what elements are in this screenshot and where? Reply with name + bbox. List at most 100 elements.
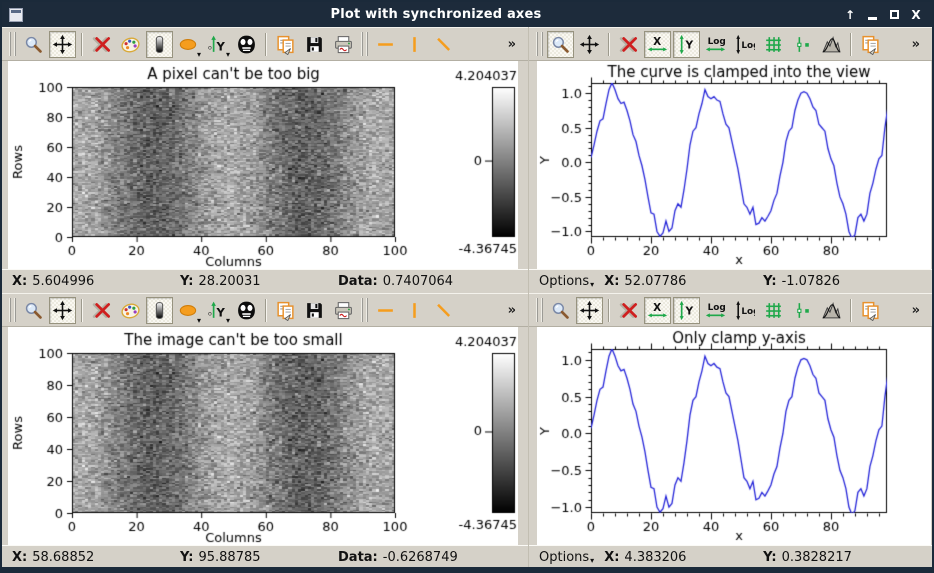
print-icon (335, 301, 352, 319)
hline-button[interactable] (372, 297, 399, 324)
status-data: Data: -0.6268749 (338, 549, 458, 565)
toolbar-drag-handle[interactable] (536, 32, 543, 56)
copy-button[interactable] (272, 31, 299, 58)
copy-button[interactable] (857, 31, 884, 58)
pan-button[interactable] (49, 296, 76, 324)
palette-button[interactable] (117, 297, 144, 324)
logy-icon: Log (736, 34, 755, 54)
toolbar-overflow-chevron[interactable]: » (508, 303, 516, 318)
delete-button[interactable] (615, 31, 642, 58)
options-caret-icon: ▾ (590, 280, 595, 289)
xrange-button[interactable]: X (644, 30, 671, 58)
curve-plot-canvas-bottom-right[interactable] (537, 327, 931, 545)
window-menu-icon[interactable] (9, 7, 23, 22)
zoom-button[interactable] (547, 30, 574, 58)
window-controls: ↑ X (842, 7, 924, 23)
oline-button[interactable] (430, 297, 457, 324)
xrange-button[interactable]: X (644, 296, 671, 324)
contrast-button[interactable] (146, 30, 173, 58)
histogram-button[interactable] (818, 31, 845, 58)
cursor-button[interactable] (789, 297, 816, 324)
save-button[interactable] (301, 297, 328, 324)
copy-button[interactable] (272, 297, 299, 324)
copy-button[interactable] (857, 297, 884, 324)
toolbar-separator (81, 32, 83, 56)
print-button[interactable] (330, 297, 357, 324)
mask-button[interactable] (233, 297, 260, 324)
logx-button[interactable]: Log (702, 297, 729, 324)
delete-button[interactable] (615, 297, 642, 324)
pan-button[interactable] (49, 30, 76, 58)
axes-button[interactable]: o Y ▾ (204, 297, 231, 324)
minimize-button[interactable] (864, 7, 880, 23)
pan-button[interactable] (576, 31, 603, 58)
statusbar-top-left: X: 5.604996 Y: 28.20031 Data: 0.7407064 (2, 269, 528, 293)
print-icon (335, 35, 352, 53)
contrast-button[interactable] (146, 296, 173, 324)
top-row: ▾ o Y ▾» X: 5.604996 Y: 28.20031 Data: 0.7407064… (2, 27, 932, 293)
oline-button[interactable] (430, 31, 457, 58)
maximize-icon (889, 10, 899, 19)
statusbar-top-right: Options▾ X: 52.07786 Y: -1.07826 (529, 269, 932, 293)
maximize-button[interactable] (886, 7, 902, 23)
logy-button[interactable]: Log (731, 31, 758, 58)
image-plot-canvas-top-left[interactable] (8, 61, 518, 269)
toolbar-overflow-chevron[interactable]: » (912, 37, 920, 52)
vline-button[interactable] (401, 31, 428, 58)
toolbar-drag-handle[interactable] (9, 32, 16, 56)
ellipse-button[interactable]: ▾ (175, 31, 202, 58)
svg-text:Log: Log (708, 36, 726, 46)
toolbar-drag-handle[interactable] (536, 298, 543, 322)
hline-button[interactable] (372, 31, 399, 58)
axes-icon: oY (208, 35, 225, 53)
svg-text:o: o (208, 44, 212, 51)
shade-button[interactable]: ↑ (842, 7, 858, 23)
svg-text:X: X (653, 36, 661, 48)
print-button[interactable] (330, 31, 357, 58)
save-button[interactable] (301, 31, 328, 58)
svg-text:Log: Log (708, 302, 726, 312)
cursor-button[interactable] (789, 31, 816, 58)
zoom-button[interactable] (547, 297, 574, 324)
histogram-button[interactable] (818, 297, 845, 324)
toolbar-overflow-chevron[interactable]: » (508, 37, 516, 52)
grid-button[interactable] (760, 31, 787, 58)
zoom-button[interactable] (20, 297, 47, 324)
copy-icon (862, 35, 879, 55)
toolbar-bottom-right: X Y Log Log » (529, 293, 932, 327)
logx-button[interactable]: Log (702, 31, 729, 58)
options-button[interactable]: Options▾ (539, 550, 594, 565)
toolbar-drag-handle[interactable] (361, 298, 368, 322)
toolbar-drag-handle[interactable] (9, 298, 16, 322)
palette-button[interactable] (117, 31, 144, 58)
status-y: Y: -1.07826 (763, 274, 841, 289)
save-icon (307, 36, 322, 52)
statusbar-bottom-left: X: 58.68852 Y: 95.88785 Data: -0.6268749 (2, 545, 528, 567)
ellipse-button[interactable]: ▾ (175, 297, 202, 324)
logy-button[interactable]: Log (731, 297, 758, 324)
toolbar-drag-handle[interactable] (361, 32, 368, 56)
delete-button[interactable] (88, 31, 115, 58)
close-button[interactable]: X (908, 7, 924, 23)
image-plot-canvas-bottom-left[interactable] (8, 327, 518, 545)
mask-button[interactable] (233, 31, 260, 58)
toolbar-overflow-chevron[interactable]: » (912, 303, 920, 318)
zoom-button[interactable] (20, 31, 47, 58)
status-x: X: 58.68852 (12, 549, 95, 565)
toolbar-separator (608, 32, 610, 56)
axes-button[interactable]: o Y ▾ (204, 31, 231, 58)
dropdown-caret-icon: ▾ (225, 49, 230, 59)
delete-button[interactable] (88, 297, 115, 324)
curve-plot-canvas-top-right[interactable] (537, 61, 931, 269)
yrange-button[interactable]: Y (673, 296, 700, 324)
pan-button[interactable] (576, 296, 603, 324)
yrange-button[interactable]: Y (673, 30, 700, 58)
vline-icon (413, 36, 416, 52)
vline-button[interactable] (401, 297, 428, 324)
svg-text:Y: Y (684, 305, 693, 317)
hline-icon (378, 42, 393, 46)
options-button[interactable]: Options▾ (539, 274, 594, 289)
grid-button[interactable] (760, 297, 787, 324)
ellipse-icon (179, 38, 197, 50)
yrange-icon: Y (679, 300, 693, 320)
